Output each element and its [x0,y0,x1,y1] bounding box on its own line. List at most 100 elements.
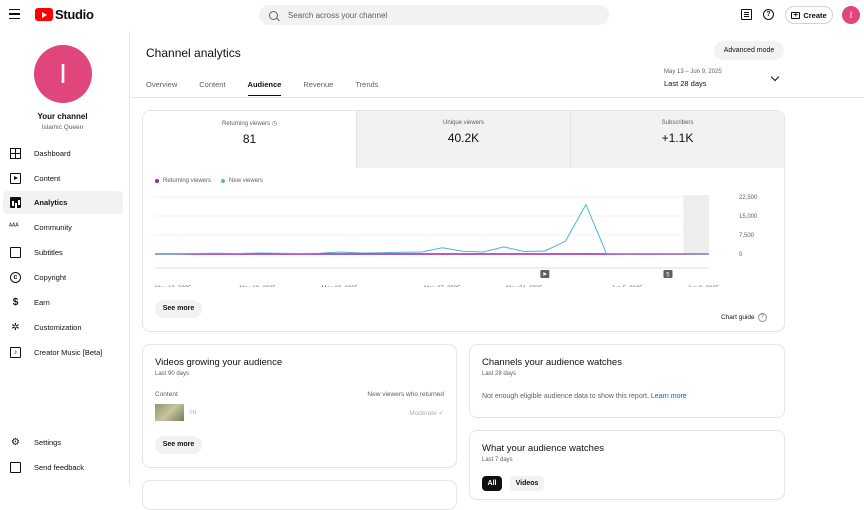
clock-icon: ◷ [271,121,277,127]
sidebar-item-community[interactable]: Community [3,216,123,239]
help-icon[interactable]: ? [763,9,774,20]
metric-label: Unique viewers [442,120,485,126]
learn-more-link[interactable]: Learn more [651,393,687,400]
card-subtitle: Last 7 days [482,457,513,463]
sidebar-item-earn[interactable]: $ Earn [3,291,123,314]
chart-guide-link[interactable]: Chart guide ? [721,313,767,322]
legend-label: Returning viewers [163,178,212,184]
account-avatar[interactable]: I [842,6,860,24]
column-header-metric: New viewers who returned [367,391,444,398]
date-range-dates: May 13 – Jun 9, 2025 [664,69,722,75]
card-title: Channels your audience watches [482,357,622,368]
create-label: Create [803,10,827,20]
customization-icon: ✲ [11,322,20,333]
main-content: Channel analytics Advanced mode Overview… [131,31,864,510]
filter-videos[interactable]: Videos [510,476,544,491]
filter-all[interactable]: All [482,476,502,491]
sidebar-item-label: Customization [34,323,82,332]
sidebar-item-settings[interactable]: ⚙ Settings [3,431,123,454]
sidebar-item-copyright[interactable]: c Copyright [3,266,123,289]
x-tick-label: Jun 5, 2025 [611,286,643,287]
video-title[interactable]: Hi [190,409,196,416]
metric-returning-viewers[interactable]: Returning viewers ◷ 81 [143,111,356,168]
channel-avatar[interactable]: I [34,45,92,103]
sidebar-item-customization[interactable]: ✲ Customization [3,316,123,339]
sidebar-item-subtitles[interactable]: Subtitles [3,241,123,264]
sidebar-item-label: Send feedback [34,463,85,472]
tab-trends[interactable]: Trends [355,80,378,96]
legend-label: New viewers [229,178,264,184]
y-tick-label: 0 [739,252,743,258]
row-metric-value: Moderate [409,410,437,417]
search-icon [269,10,278,20]
check-icon: ✓ [438,410,444,417]
metric-tabs: Returning viewers ◷ 81 Unique viewers 40… [143,111,784,168]
what-audience-watches-card: What your audience watches Last 7 days A… [469,430,785,500]
menu-icon[interactable] [9,9,20,19]
sidebar-item-analytics[interactable]: Analytics [3,191,123,214]
sidebar-item-creator-music[interactable]: ♪ Creator Music [Beta] [3,341,123,364]
content-icon [10,173,21,184]
legend-returning: Returning viewers [155,178,211,184]
tab-content[interactable]: Content [199,80,225,96]
community-icon [9,222,21,233]
sidebar-item-label: Copyright [34,273,67,282]
message-text: Not enough eligible audience data to sho… [482,393,649,400]
copyright-icon: c [10,272,21,283]
sidebar-item-content[interactable]: Content [3,167,123,190]
page-title: Channel analytics [146,46,241,60]
x-tick-label: Jun 9, 2025 [688,286,720,287]
sidebar-item-label: Settings [34,438,62,447]
tab-audience[interactable]: Audience [247,80,282,96]
gear-icon: ⚙ [11,437,20,448]
channels-audience-watches-card: Channels your audience watches Last 28 d… [469,344,785,418]
tab-revenue[interactable]: Revenue [303,80,333,96]
search-input[interactable]: Search across your channel [288,11,387,20]
studio-logo[interactable]: Studio [35,7,94,22]
y-tick-label: 22,500 [739,195,758,201]
metric-value: +1.1K [661,131,694,145]
metric-label: Returning viewers [222,121,271,127]
top-bar: Studio Search across your channel ? Crea… [0,0,864,31]
date-range-picker[interactable]: May 13 – Jun 9, 2025 Last 28 days [664,69,722,88]
metric-value: 81 [242,132,257,146]
messages-icon[interactable] [741,9,752,20]
music-icon: ♪ [10,347,21,358]
search-bar[interactable]: Search across your channel [259,5,609,25]
chart-legend: Returning viewers New viewers [155,178,273,184]
create-button[interactable]: Create [785,6,833,24]
tabs-divider [131,97,864,98]
logo-text: Studio [55,7,94,22]
card-title: Videos growing your audience [155,357,283,368]
x-tick-label: May 18, 2025 [239,286,276,287]
your-channel-label: Your channel [37,112,88,121]
subtitles-icon [10,247,21,258]
feedback-icon [10,462,21,473]
x-tick-label: May 31, 2025 [506,286,543,287]
y-tick-label: 7,500 [739,233,755,239]
card-subtitle: Last 90 days [155,371,190,377]
sidebar-item-label: Earn [34,298,50,307]
line-chart: 22,50015,0007,50005May 13, 2025May 18, 2… [155,195,758,287]
y-tick-label: 15,000 [739,214,758,220]
chevron-down-icon[interactable] [770,72,780,82]
sidebar-item-feedback[interactable]: Send feedback [3,456,123,479]
sidebar-item-label: Subtitles [34,248,63,257]
card-subtitle: Last 28 days [482,371,517,377]
advanced-mode-button[interactable]: Advanced mode [714,41,784,60]
no-data-message: Not enough eligible audience data to sho… [482,393,687,400]
sidebar-item-label: Analytics [34,198,68,207]
tab-overview[interactable]: Overview [146,80,177,96]
x-tick-label: May 13, 2025 [155,286,192,287]
metric-unique-viewers[interactable]: Unique viewers 40.2K [356,111,570,168]
help-icon: ? [757,313,767,322]
metric-label: Subscribers [661,120,694,126]
youtube-logo-icon [35,8,53,21]
video-thumbnail[interactable] [155,404,184,421]
metric-subscribers[interactable]: Subscribers +1.1K [570,111,784,168]
chart-guide-label: Chart guide [721,314,755,321]
series-line-new [155,203,710,255]
see-more-button[interactable]: See more [155,436,202,454]
sidebar-item-dashboard[interactable]: Dashboard [3,142,123,165]
see-more-button[interactable]: See more [155,300,202,318]
